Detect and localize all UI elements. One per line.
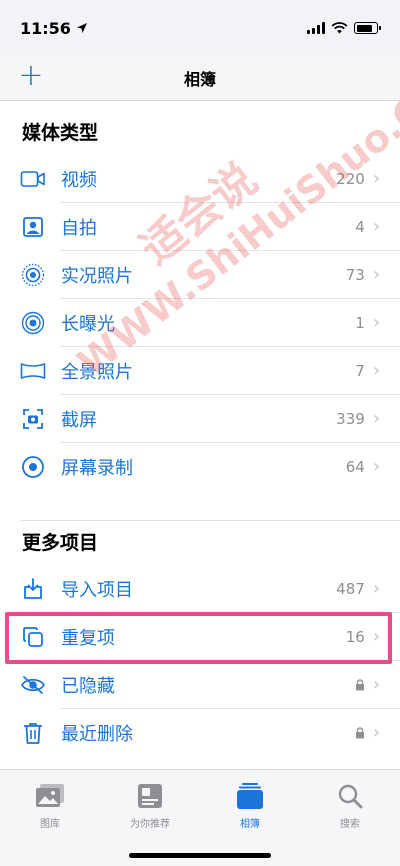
chevron-right-icon: › xyxy=(372,578,380,599)
clock: 11:56 xyxy=(20,18,71,38)
library-icon xyxy=(35,782,65,810)
item-count: 339 xyxy=(336,410,365,428)
list-item-imports[interactable]: 导入项目 487 › xyxy=(0,565,400,613)
status-indicators xyxy=(307,22,381,34)
item-count: 4 xyxy=(355,218,365,236)
search-icon xyxy=(335,782,365,810)
list-item-recently-deleted[interactable]: 最近删除 › xyxy=(0,709,400,757)
albums-icon xyxy=(235,782,265,810)
wifi-icon xyxy=(331,22,348,34)
item-count: 64 xyxy=(345,458,365,476)
list-item-videos[interactable]: 视频 220 › xyxy=(0,155,400,203)
list-item-long-exposure[interactable]: 长曝光 1 › xyxy=(0,299,400,347)
list-item-label: 截屏 xyxy=(61,410,97,431)
chevron-right-icon: › xyxy=(372,674,380,695)
list-item-hidden[interactable]: 已隐藏 › xyxy=(0,661,400,709)
tab-library[interactable]: 图库 xyxy=(0,770,100,832)
selfie-icon xyxy=(20,214,46,240)
status-time: 11:56 xyxy=(20,19,88,38)
tab-bar: 图库 为你推荐 相簿 搜索 xyxy=(0,769,400,866)
tab-albums[interactable]: 相簿 xyxy=(200,770,300,832)
list-item-duplicates[interactable]: 重复项 16 › xyxy=(0,613,400,661)
list-item-label: 屏幕录制 xyxy=(61,458,133,479)
screen-recording-icon xyxy=(20,454,46,480)
list-item-label: 全景照片 xyxy=(61,362,133,383)
chevron-right-icon: › xyxy=(372,456,380,477)
list-item-label: 已隐藏 xyxy=(61,676,115,697)
item-count: 220 xyxy=(336,170,365,188)
duplicates-icon xyxy=(20,624,46,650)
cellular-signal-icon xyxy=(307,22,325,34)
section-spacer xyxy=(0,491,400,521)
battery-icon xyxy=(354,22,381,34)
list-item-label: 导入项目 xyxy=(61,580,133,601)
screenshot-icon xyxy=(20,406,46,432)
tab-label: 搜索 xyxy=(340,819,360,830)
list-item-label: 视频 xyxy=(61,170,97,191)
add-album-button[interactable]: + xyxy=(16,61,46,92)
page-title: 相簿 xyxy=(183,70,216,89)
list-item-screen-recordings[interactable]: 屏幕录制 64 › xyxy=(0,443,400,491)
chevron-right-icon: › xyxy=(372,264,380,285)
chevron-right-icon: › xyxy=(372,168,380,189)
divider xyxy=(20,520,400,521)
import-icon xyxy=(20,576,46,602)
list-item-label: 重复项 xyxy=(61,628,115,649)
chevron-right-icon: › xyxy=(372,216,380,237)
item-count: 487 xyxy=(336,580,365,598)
lock-icon xyxy=(355,679,365,691)
chevron-right-icon: › xyxy=(372,626,380,647)
live-photo-icon xyxy=(20,262,46,288)
list-item-panoramas[interactable]: 全景照片 7 › xyxy=(0,347,400,395)
location-arrow-icon xyxy=(76,23,87,33)
tab-label: 为你推荐 xyxy=(130,819,170,830)
home-indicator[interactable] xyxy=(129,853,271,858)
item-count: 1 xyxy=(355,314,365,332)
list-item-label: 实况照片 xyxy=(61,266,133,287)
tab-for-you[interactable]: 为你推荐 xyxy=(100,770,200,832)
long-exposure-icon xyxy=(20,310,46,336)
list-item-label: 自拍 xyxy=(61,218,97,239)
list-item-label: 长曝光 xyxy=(61,314,115,335)
section-header-media-types: 媒体类型 xyxy=(22,122,99,144)
chevron-right-icon: › xyxy=(372,360,380,381)
item-count: 7 xyxy=(355,362,365,380)
video-icon xyxy=(20,166,46,192)
hidden-icon xyxy=(20,672,46,698)
tab-label: 相簿 xyxy=(240,819,260,830)
navigation-bar: + 相簿 xyxy=(0,56,400,100)
albums-list: 媒体类型 视频 220 › 自拍 4 › 实况照片 73 › 长曝光 1 › 全… xyxy=(0,101,400,769)
chevron-right-icon: › xyxy=(372,408,380,429)
section-header-more-items: 更多项目 xyxy=(22,532,99,554)
for-you-icon xyxy=(135,782,165,810)
list-item-live-photos[interactable]: 实况照片 73 › xyxy=(0,251,400,299)
status-bar: 11:56 xyxy=(0,0,400,56)
chevron-right-icon: › xyxy=(372,312,380,333)
list-item-screenshots[interactable]: 截屏 339 › xyxy=(0,395,400,443)
item-count: 16 xyxy=(345,628,365,646)
chevron-right-icon: › xyxy=(372,722,380,743)
trash-icon xyxy=(20,720,46,746)
panorama-icon xyxy=(20,358,46,384)
tab-label: 图库 xyxy=(40,819,60,830)
tab-search[interactable]: 搜索 xyxy=(300,770,400,832)
list-item-label: 最近删除 xyxy=(61,724,133,745)
lock-icon xyxy=(355,727,365,739)
item-count: 73 xyxy=(345,266,365,284)
list-item-selfies[interactable]: 自拍 4 › xyxy=(0,203,400,251)
